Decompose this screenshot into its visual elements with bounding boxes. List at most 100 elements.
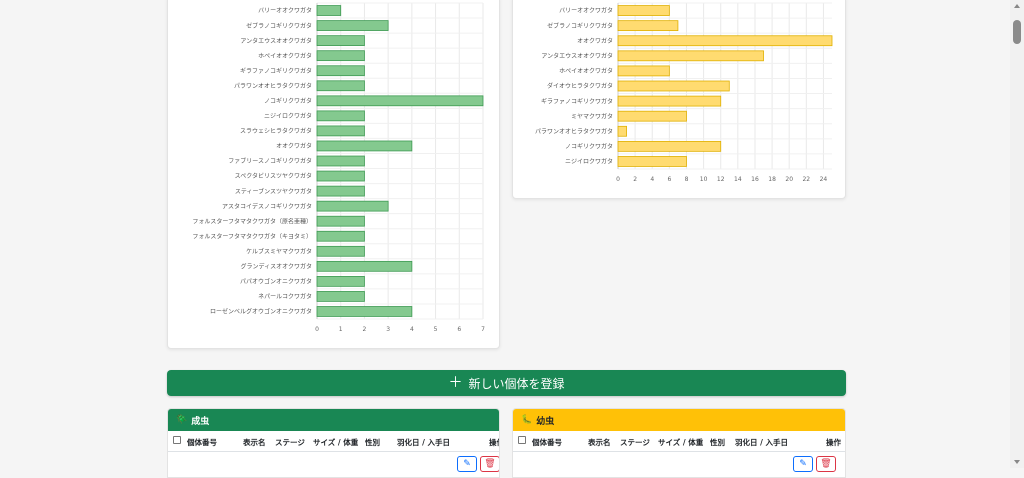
category-label: ギラファノコギリクワガタ bbox=[240, 67, 312, 75]
x-tick-label: 6 bbox=[457, 326, 461, 333]
category-label: ミヤマクワガタ bbox=[571, 112, 613, 120]
category-label: フォルスターフタマタクワガタ（原名亜種） bbox=[192, 217, 312, 225]
column-header[interactable]: サイズ / 体重 bbox=[313, 437, 358, 448]
bar[interactable] bbox=[316, 20, 389, 31]
edit-button[interactable]: ✎ bbox=[793, 456, 813, 472]
category-label: アスタコイデスノコギリクワガタ bbox=[222, 202, 312, 210]
bar[interactable] bbox=[617, 65, 670, 77]
register-new-individual-button[interactable]: ＋ 新しい個体を登録 bbox=[167, 370, 846, 396]
bar[interactable] bbox=[617, 5, 670, 16]
bar[interactable] bbox=[316, 80, 365, 92]
bar[interactable] bbox=[617, 35, 833, 47]
bar[interactable] bbox=[617, 156, 687, 167]
bar[interactable] bbox=[316, 5, 342, 16]
x-tick-label: 5 bbox=[434, 326, 438, 333]
page-scrollbar[interactable] bbox=[1010, 0, 1024, 468]
bar[interactable] bbox=[316, 65, 365, 77]
x-tick-label: 18 bbox=[768, 176, 776, 183]
x-tick-label: 20 bbox=[785, 176, 793, 183]
larva-panel-header: 🐛 幼虫 bbox=[513, 409, 845, 431]
column-header[interactable]: 性別 bbox=[710, 437, 725, 448]
column-header[interactable]: ステージ bbox=[275, 437, 305, 448]
bar[interactable] bbox=[316, 170, 365, 182]
column-header[interactable]: 羽化日 / 入手日 bbox=[735, 437, 788, 448]
category-label: ニジイロクワガタ bbox=[565, 158, 613, 166]
x-tick-label: 4 bbox=[650, 176, 654, 183]
column-header[interactable]: サイズ / 体重 bbox=[658, 437, 703, 448]
category-label: ホペイオオクワガタ bbox=[559, 67, 613, 75]
x-tick-label: 8 bbox=[685, 176, 689, 183]
chart-card-adult-species: 0 1 2 3 4 5 6 7 バリーオオクワガタゼブラノコギリクワガタ アンタエウスオオクワガタ… bbox=[167, 0, 500, 349]
x-tick-label: 2 bbox=[633, 176, 637, 183]
column-header[interactable]: 羽化日 / 入手日 bbox=[397, 437, 450, 448]
bar[interactable] bbox=[316, 306, 413, 317]
larva-table-header: 個体番号 表示名 ステージ サイズ / 体重 性別 羽化日 / 入手日 操作 bbox=[513, 431, 845, 452]
column-header[interactable]: 個体番号 bbox=[532, 437, 562, 448]
select-all-checkbox[interactable] bbox=[173, 436, 181, 444]
delete-button[interactable]: 🗑 bbox=[480, 456, 499, 472]
column-header: 操作 bbox=[826, 438, 841, 447]
larva-icon: 🐛 bbox=[521, 415, 533, 425]
x-tick-label: 0 bbox=[616, 176, 620, 183]
category-label: ダイオウヒラタクワガタ bbox=[547, 82, 613, 90]
bar[interactable] bbox=[617, 95, 722, 107]
category-label: ファブリースノコギリクワガタ bbox=[228, 157, 312, 165]
category-label: ニジイロクワガタ bbox=[264, 112, 312, 120]
category-label: ケルブスミヤマクワガタ bbox=[246, 247, 312, 255]
bar[interactable] bbox=[316, 110, 365, 122]
bar[interactable] bbox=[617, 80, 730, 92]
edit-button[interactable]: ✎ bbox=[457, 456, 477, 472]
category-label: アンタエウスオオクワガタ bbox=[240, 37, 312, 45]
column-header[interactable]: 性別 bbox=[365, 437, 380, 448]
bar[interactable] bbox=[617, 110, 687, 122]
bar[interactable] bbox=[316, 155, 365, 167]
column-header[interactable]: 表示名 bbox=[243, 437, 266, 448]
bar[interactable] bbox=[316, 35, 365, 46]
bar[interactable] bbox=[617, 140, 722, 152]
x-tick-label: 4 bbox=[410, 326, 414, 333]
bar[interactable] bbox=[316, 245, 365, 257]
select-all-checkbox[interactable] bbox=[518, 436, 526, 444]
scroll-down-arrow-icon[interactable] bbox=[1014, 460, 1020, 464]
row-actions: ✎ 🗑 bbox=[793, 456, 836, 472]
x-tick-label: 1 bbox=[339, 326, 343, 333]
bar[interactable] bbox=[617, 50, 764, 62]
x-tick-label: 2 bbox=[363, 326, 367, 333]
bar[interactable] bbox=[316, 200, 389, 212]
category-label: バリーオオクワガタ bbox=[258, 7, 312, 15]
column-header[interactable]: 個体番号 bbox=[187, 437, 217, 448]
x-tick-label: 0 bbox=[315, 326, 319, 333]
bar[interactable] bbox=[316, 125, 365, 137]
bar[interactable] bbox=[316, 260, 413, 272]
x-tick-label: 10 bbox=[700, 176, 708, 183]
category-label: ゼブラノコギリクワガタ bbox=[246, 22, 312, 30]
bar[interactable] bbox=[316, 140, 413, 152]
category-label: ギラファノコギリクワガタ bbox=[541, 97, 613, 105]
category-label: パパオウゴンオニクワガタ bbox=[240, 278, 312, 286]
bar[interactable] bbox=[316, 230, 365, 242]
x-tick-label: 3 bbox=[386, 326, 390, 333]
category-label: オオクワガタ bbox=[577, 37, 613, 45]
scroll-up-arrow-icon[interactable] bbox=[1014, 4, 1020, 8]
bar[interactable] bbox=[316, 291, 365, 302]
column-header[interactable]: ステージ bbox=[620, 437, 650, 448]
bar[interactable] bbox=[617, 20, 679, 32]
category-label: グランディスオオクワガタ bbox=[241, 263, 312, 271]
bar[interactable] bbox=[316, 276, 365, 287]
x-tick-label: 14 bbox=[734, 176, 742, 183]
bar[interactable] bbox=[316, 215, 365, 227]
category-label: スペクタビリスツヤクワガタ bbox=[235, 172, 312, 180]
bar[interactable] bbox=[316, 185, 365, 197]
category-label: パラワンオオヒラタクワガタ bbox=[535, 127, 613, 135]
bar[interactable] bbox=[316, 95, 484, 107]
bar[interactable] bbox=[617, 125, 627, 137]
column-header[interactable]: 表示名 bbox=[588, 437, 611, 448]
scrollbar-thumb[interactable] bbox=[1013, 20, 1021, 44]
x-tick-label: 7 bbox=[481, 326, 485, 333]
bar[interactable] bbox=[316, 50, 365, 62]
category-label: ネパールコクワガタ bbox=[258, 293, 312, 301]
category-label: ノコギリクワガタ bbox=[565, 143, 613, 151]
plus-icon: ＋ bbox=[448, 375, 463, 391]
delete-button[interactable]: 🗑 bbox=[816, 456, 836, 472]
adult-panel-title: 成虫 bbox=[191, 416, 210, 427]
